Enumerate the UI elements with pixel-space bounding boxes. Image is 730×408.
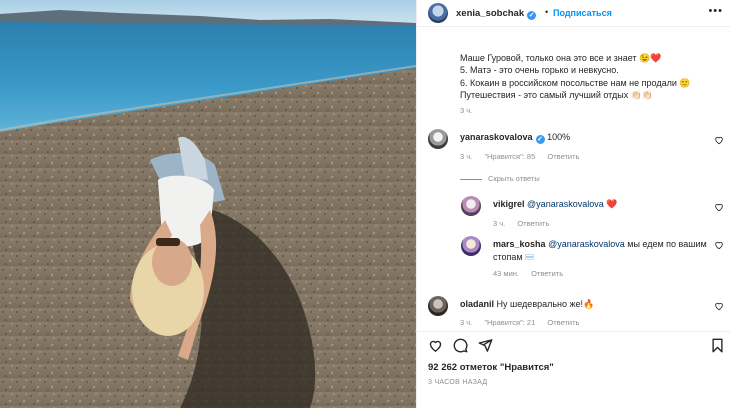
commenter-username[interactable]: yanaraskovalova — [460, 132, 533, 142]
reply-like-heart-icon[interactable] — [714, 202, 724, 212]
more-options-icon[interactable]: ••• — [708, 5, 723, 17]
header-separator: • — [545, 7, 549, 17]
share-icon[interactable] — [478, 338, 493, 353]
reply-button[interactable]: Ответить — [531, 269, 563, 278]
comment-time: 3 ч. — [460, 318, 473, 327]
commenter-avatar[interactable] — [428, 296, 448, 316]
beach-photo-illustration — [0, 0, 416, 408]
reply-time: 43 мин. — [493, 269, 519, 278]
commenter-avatar[interactable] — [428, 129, 448, 149]
reply-meta: 43 мин. Ответить — [493, 269, 573, 278]
reply-avatar[interactable] — [461, 196, 481, 216]
reply-username[interactable]: vikigrel — [493, 199, 525, 209]
verified-badge-icon: ✓ — [535, 135, 545, 144]
author-avatar[interactable] — [428, 3, 448, 23]
comment-like-heart-icon[interactable] — [714, 135, 724, 145]
comment-icon[interactable] — [453, 338, 468, 353]
hide-replies-button[interactable]: Скрыть ответы — [488, 174, 540, 183]
post-photo — [0, 0, 416, 408]
post-side-panel: xenia_sobchak ✓ • Подписаться ••• Маше Гу… — [416, 0, 730, 408]
comment-text: oladanil Ну шедеврально же!🔥 — [460, 298, 594, 310]
comment-text: yanaraskovalova ✓ 100% — [460, 131, 570, 144]
post-caption: Маше Гуровой, только она это все и знает… — [460, 52, 722, 101]
verified-badge-icon: ✓ — [527, 11, 537, 20]
reply-text: mars_kosha @yanaraskovalova мы едем по в… — [493, 238, 707, 250]
reply-button[interactable]: Ответить — [517, 219, 549, 228]
reply-button[interactable]: Ответить — [547, 152, 579, 161]
reply-body: мы едем по вашим — [624, 239, 707, 249]
reply-avatar[interactable] — [461, 236, 481, 256]
comment-likes[interactable]: "Нравится": 21 — [484, 318, 535, 327]
bookmark-icon[interactable] — [710, 338, 725, 353]
hide-replies-line — [460, 179, 482, 180]
likes-count[interactable]: 92 262 отметок "Нравится" — [428, 362, 554, 373]
commenter-username[interactable]: oladanil — [460, 299, 494, 309]
post-date: 3 ЧАСОВ НАЗАД — [428, 379, 488, 386]
caption-line: Маше Гуровой, только она это все и знает… — [460, 53, 662, 63]
caption-line: 5. Матэ - это очень горько и невкусно. — [460, 65, 619, 76]
mention-link[interactable]: @yanaraskovalova — [527, 199, 604, 209]
author-username[interactable]: xenia_sobchak ✓ — [456, 8, 537, 20]
reply-time: 3 ч. — [493, 219, 506, 228]
reply-body: стопам — [493, 252, 523, 262]
reply-button[interactable]: Ответить — [547, 318, 579, 327]
mention-link[interactable]: @yanaraskovalova — [548, 239, 625, 249]
reply-username[interactable]: mars_kosha — [493, 239, 546, 249]
reply-text-continued: стопам — [493, 251, 534, 263]
reply-text: vikigrel @yanaraskovalova ❤️ — [493, 198, 617, 210]
comment-body: 100% — [547, 132, 571, 142]
post-actions-bar — [417, 331, 730, 359]
comment-meta: 3 ч. "Нравится": 85 Ответить — [460, 152, 589, 161]
heart-icon[interactable] — [428, 338, 443, 353]
caption-timestamp: 3 ч. — [460, 106, 473, 115]
caption-line: 6. Кокаин в российском посольстве нам не… — [460, 77, 691, 88]
caption-line: Путешествия - это самый лучший отдых 👏🏻👏… — [460, 89, 654, 100]
comment-likes[interactable]: "Нравится": 85 — [484, 152, 535, 161]
comment-meta: 3 ч. "Нравится": 21 Ответить — [460, 318, 589, 327]
author-username-text[interactable]: xenia_sobchak — [456, 8, 524, 19]
comment-body: Ну шедеврально же!🔥 — [496, 299, 595, 309]
post-header: xenia_sobchak ✓ • Подписаться ••• — [417, 0, 730, 27]
comment-time: 3 ч. — [460, 152, 473, 161]
flag-icon — [524, 254, 534, 260]
comment-like-heart-icon[interactable] — [714, 301, 724, 311]
reply-body: ❤️ — [603, 199, 618, 209]
reply-meta: 3 ч. Ответить — [493, 219, 559, 228]
follow-button[interactable]: Подписаться — [553, 8, 612, 18]
reply-like-heart-icon[interactable] — [714, 240, 724, 250]
